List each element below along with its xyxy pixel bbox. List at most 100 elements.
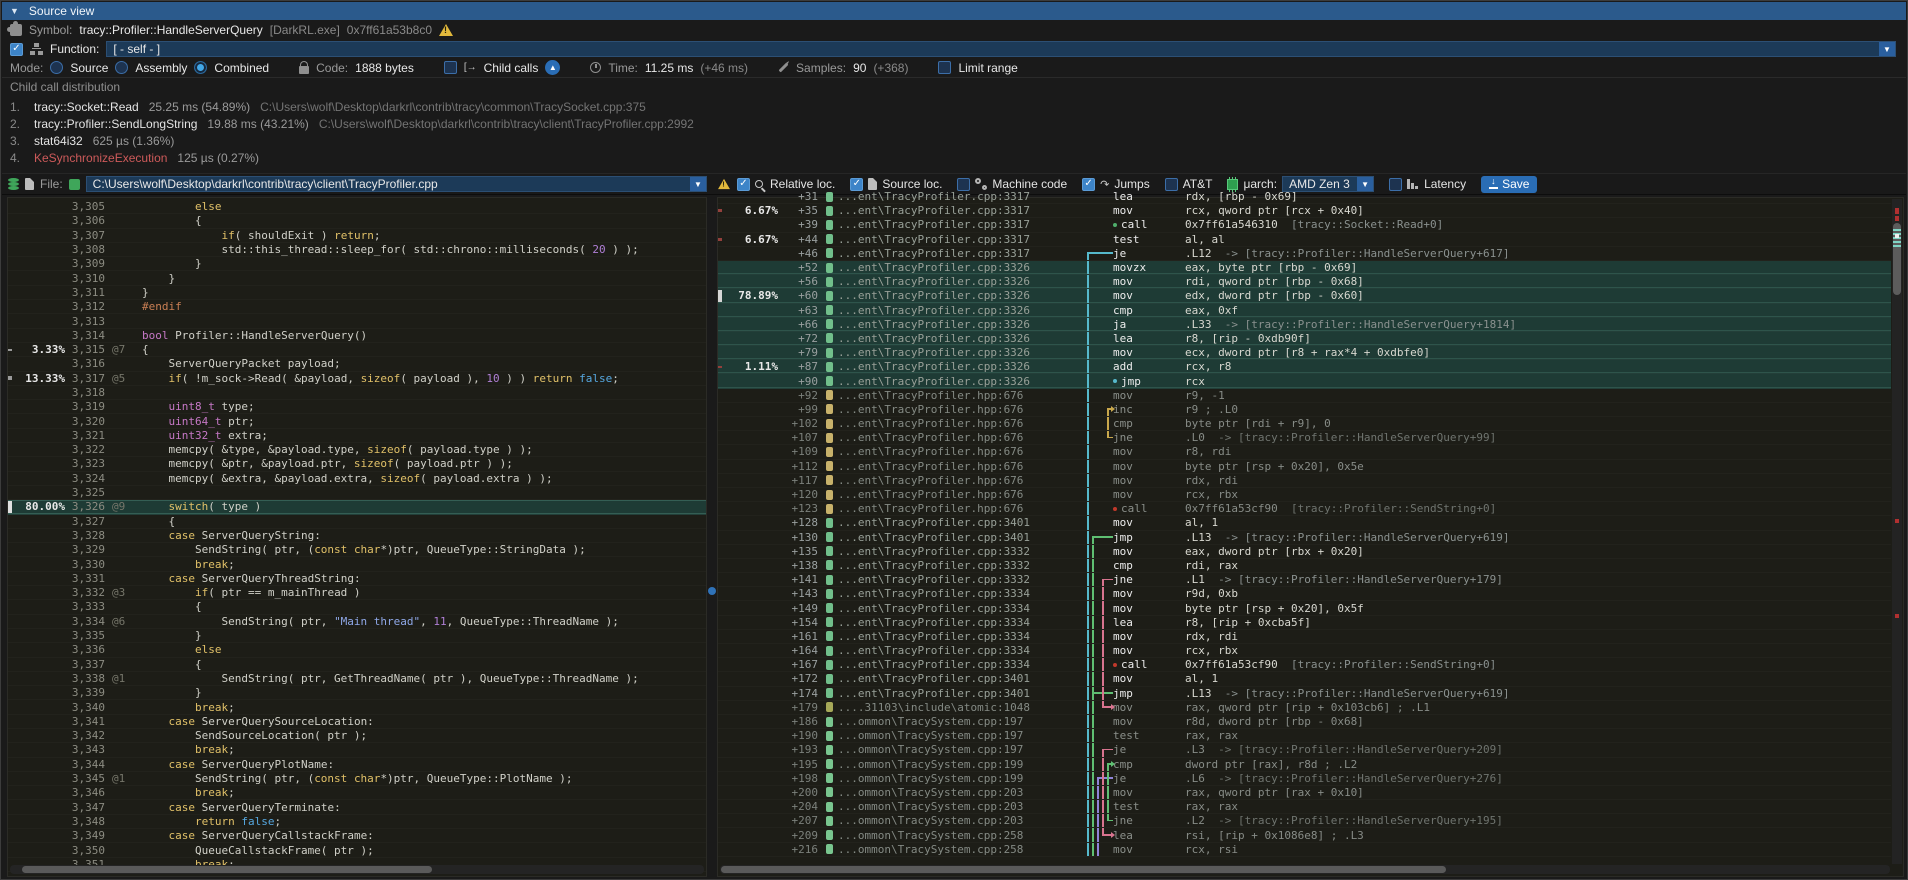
asm-row[interactable]: +72...ent\TracyProfiler.cpp:3326lear8, [… [718,332,1891,346]
relative-loc-toggle[interactable]: Relative loc. [737,177,835,191]
asm-row[interactable]: +207...ommon\TracySystem.cpp:203jne.L2 -… [718,814,1891,828]
source-line-row[interactable]: 3,324 memcpy( &extra, &payload.extra, si… [8,472,706,486]
asm-row[interactable]: +117...ent\TracyProfiler.hpp:676movrdx, … [718,474,1891,488]
asm-row[interactable]: +112...ent\TracyProfiler.hpp:676movbyte … [718,460,1891,474]
source-line-row[interactable]: 3,339 } [8,686,706,700]
assembly-horizontal-scrollbar[interactable] [720,865,1890,874]
radio-assembly[interactable] [115,61,128,74]
source-line-row[interactable]: 3,307 if( shouldExit ) return; [8,229,706,243]
asm-row[interactable]: +31...ent\TracyProfiler.cpp:3317leardx, … [718,190,1891,204]
asm-row[interactable]: 78.89%+60...ent\TracyProfiler.cpp:3326mo… [718,289,1891,303]
source-line-row[interactable]: 3,321 uint32_t extra; [8,429,706,443]
source-horizontal-scrollbar[interactable] [10,865,704,874]
asm-row[interactable]: +128...ent\TracyProfiler.cpp:3401moval, … [718,516,1891,530]
asm-row[interactable]: +79...ent\TracyProfiler.cpp:3326movecx, … [718,346,1891,360]
chevron-down-icon[interactable]: ▼ [1357,177,1373,191]
source-line-row[interactable]: 13.33%3,317@5 if( !m_sock->Read( &payloa… [8,372,706,386]
asm-row[interactable]: +120...ent\TracyProfiler.hpp:676movrcx, … [718,488,1891,502]
source-line-row[interactable]: 3,308 std::this_thread::sleep_for( std::… [8,243,706,257]
att-checkbox[interactable] [1165,178,1178,191]
source-line-row[interactable]: 3,341 case ServerQuerySourceLocation: [8,715,706,729]
asm-row[interactable]: +209...ommon\TracySystem.cpp:258learsi, … [718,828,1891,842]
assembly-vertical-scrollbar[interactable] [1892,199,1902,864]
source-line-row[interactable]: 3,318 [8,386,706,400]
radio-combined[interactable] [194,61,207,74]
asm-row[interactable]: +167...ent\TracyProfiler.cpp:3334call0x7… [718,658,1891,672]
asm-row[interactable]: +149...ent\TracyProfiler.cpp:3334movbyte… [718,601,1891,615]
asm-row[interactable]: +195...ommon\TracySystem.cpp:199cmpdword… [718,758,1891,772]
source-line-row[interactable]: 3,311} [8,286,706,300]
asm-row[interactable]: +138...ent\TracyProfiler.cpp:3332cmprdi,… [718,559,1891,573]
source-line-row[interactable]: 3,342 SendSourceLocation( ptr ); [8,729,706,743]
chevron-down-icon[interactable]: ▼ [1879,42,1895,56]
source-line-row[interactable]: 3,330 break; [8,557,706,571]
asm-row[interactable]: +200...ommon\TracySystem.cpp:203movrax, … [718,786,1891,800]
asm-row[interactable]: +123...ent\TracyProfiler.hpp:676call0x7f… [718,502,1891,516]
source-line-row[interactable]: 3,350 QueueCallstackFrame( ptr ); [8,843,706,857]
radio-combined-label[interactable]: Combined [214,61,269,75]
relative-loc-checkbox[interactable] [737,178,750,191]
asm-row[interactable]: +46...ent\TracyProfiler.cpp:3317je.L12 -… [718,247,1891,261]
asm-row[interactable]: +161...ent\TracyProfiler.cpp:3334movrdx,… [718,630,1891,644]
source-line-row[interactable]: 3,336 else [8,643,706,657]
source-line-row[interactable]: 3,337 { [8,658,706,672]
source-line-row[interactable]: 3,314bool Profiler::HandleServerQuery() [8,329,706,343]
asm-row[interactable]: 6.67%+44...ent\TracyProfiler.cpp:3317tes… [718,233,1891,247]
machine-code-toggle[interactable]: Machine code [957,177,1067,191]
asm-row[interactable]: +102...ent\TracyProfiler.hpp:676cmpbyte … [718,417,1891,431]
source-line-row[interactable]: 3,310 } [8,271,706,285]
asm-row[interactable]: +164...ent\TracyProfiler.cpp:3334movrcx,… [718,644,1891,658]
latency-toggle[interactable]: Latency [1389,177,1466,191]
source-line-row[interactable]: 3,316 ServerQueryPacket payload; [8,357,706,371]
asm-row[interactable]: +130...ent\TracyProfiler.cpp:3401jmp.L13… [718,531,1891,545]
source-line-row[interactable]: 3,306 { [8,214,706,228]
asm-row[interactable]: +56...ent\TracyProfiler.cpp:3326movrdi, … [718,275,1891,289]
att-toggle[interactable]: AT&T [1165,177,1213,191]
source-line-row[interactable]: 3,347 case ServerQueryTerminate: [8,800,706,814]
scrollbar-thumb[interactable] [721,866,1446,873]
source-line-row[interactable]: 3,320 uint64_t ptr; [8,414,706,428]
asm-row[interactable]: +143...ent\TracyProfiler.cpp:3334movr9d,… [718,587,1891,601]
radio-source[interactable] [50,61,63,74]
asm-row[interactable]: +52...ent\TracyProfiler.cpp:3326movzxeax… [718,261,1891,275]
asm-row[interactable]: +90...ent\TracyProfiler.cpp:3326jmprcx [718,374,1891,388]
asm-row[interactable]: +99...ent\TracyProfiler.hpp:676incr9 ; .… [718,403,1891,417]
source-line-row[interactable]: 3,325 [8,486,706,500]
source-line-row[interactable]: 3,333 { [8,600,706,614]
source-line-row[interactable]: 3,334@6 SendString( ptr, "Main thread", … [8,615,706,629]
source-line-row[interactable]: 3,340 break; [8,700,706,714]
source-line-row[interactable]: 3,332@3 if( ptr == m_mainThread ) [8,586,706,600]
source-line-row[interactable]: 3,328 case ServerQueryString: [8,529,706,543]
source-line-row[interactable]: 3.33%3,315@7{ [8,343,706,357]
asm-row[interactable]: +109...ent\TracyProfiler.hpp:676movr8, r… [718,445,1891,459]
source-line-row[interactable]: 3,305 else [8,200,706,214]
asm-row[interactable]: +66...ent\TracyProfiler.cpp:3326ja.L33 -… [718,318,1891,332]
source-line-row[interactable]: 3,312#endif [8,300,706,314]
scrollbar-thumb[interactable] [22,866,432,873]
scroll-up-button[interactable]: ▲ [545,60,560,75]
latency-checkbox[interactable] [1389,178,1402,191]
asm-row[interactable]: +198...ommon\TracySystem.cpp:199je.L6 ->… [718,772,1891,786]
asm-row[interactable]: +174...ent\TracyProfiler.cpp:3401jmp.L13… [718,687,1891,701]
source-line-row[interactable]: 3,344 case ServerQueryPlotName: [8,758,706,772]
source-line-row[interactable]: 3,323 memcpy( &ptr, &payload.ptr, sizeof… [8,457,706,471]
file-select[interactable]: C:\Users\wolf\Desktop\darkrl\contrib\tra… [86,176,707,192]
source-line-row[interactable]: 3,343 break; [8,743,706,757]
radio-assembly-label[interactable]: Assembly [135,61,187,75]
source-line-row[interactable]: 3,338@1 SendString( ptr, GetThreadName( … [8,672,706,686]
child-call-row[interactable]: 1.tracy::Socket::Read25.25 ms (54.89%)C:… [10,98,1897,115]
asm-row[interactable]: +39...ent\TracyProfiler.cpp:3317call0x7f… [718,218,1891,232]
asm-row[interactable]: +179....31103\include\atomic:1048movrax,… [718,701,1891,715]
title-bar[interactable]: ▼ Source view [2,2,1906,20]
asm-row[interactable]: +135...ent\TracyProfiler.cpp:3332moveax,… [718,545,1891,559]
machine-code-checkbox[interactable] [957,178,970,191]
splitter-handle[interactable] [708,587,716,595]
asm-row[interactable]: +216...ommon\TracySystem.cpp:258movrcx, … [718,843,1891,857]
source-line-row[interactable]: 3,346 break; [8,786,706,800]
source-line-row[interactable]: 80.00%3,326@9 switch( type ) [8,500,706,514]
source-line-row[interactable]: 3,335 } [8,629,706,643]
source-loc-toggle[interactable]: Source loc. [850,177,942,191]
source-line-row[interactable]: 3,329 SendString( ptr, (const char*)ptr,… [8,543,706,557]
asm-row[interactable]: +107...ent\TracyProfiler.hpp:676jne.L0 -… [718,431,1891,445]
jumps-toggle[interactable]: ↷ Jumps [1082,177,1150,191]
